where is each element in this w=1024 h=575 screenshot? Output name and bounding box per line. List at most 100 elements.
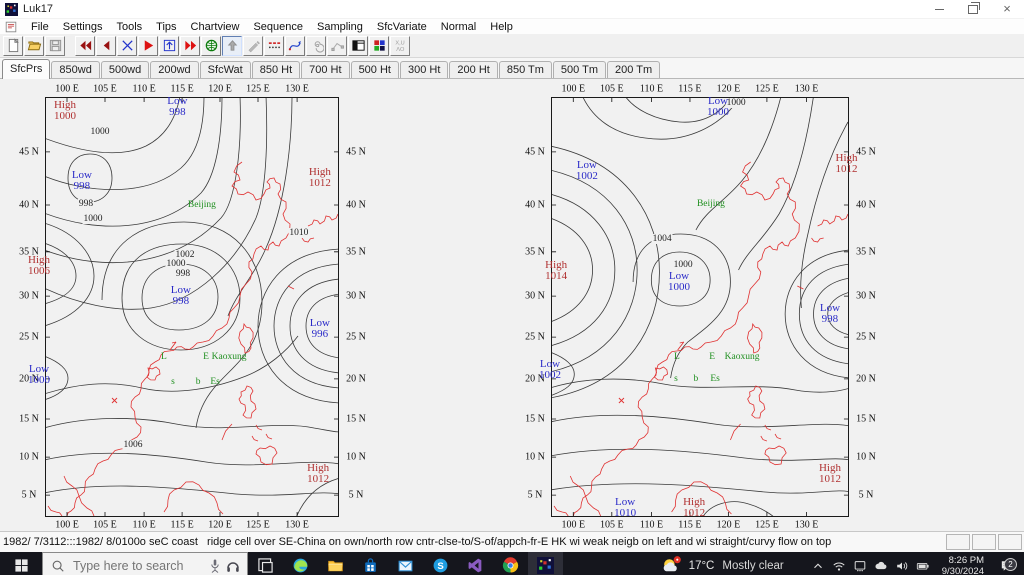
lat-label-right: 15 N <box>856 413 876 425</box>
toolbar-curve-arrow-button[interactable] <box>285 35 305 56</box>
city-label-kaoxung: Kaoxung <box>211 352 247 363</box>
toolbar-rewind-button[interactable] <box>75 35 95 56</box>
toolbar-delete-cross-button[interactable] <box>117 35 137 56</box>
taskbar-app-skype[interactable]: S <box>423 552 458 575</box>
menu-file[interactable]: File <box>24 21 56 33</box>
tab-700-ht[interactable]: 700 Ht <box>301 61 350 78</box>
tab-850-ht[interactable]: 850 Ht <box>251 61 301 78</box>
lon-label-bottom: 110 E <box>132 519 156 531</box>
lat-label-left: 40 N <box>19 199 39 211</box>
city-label-es: Es <box>210 376 220 387</box>
minimize-button[interactable] <box>922 0 956 18</box>
menu-tips[interactable]: Tips <box>149 21 183 33</box>
pressure-center-high-1012: High 1012 <box>308 165 331 189</box>
tray-onedrive-cloud-icon[interactable] <box>871 558 892 574</box>
toolbar-open-file-button[interactable] <box>24 35 44 56</box>
taskbar-clock[interactable]: 8:26 PM 9/30/2024 <box>942 555 984 575</box>
search-input[interactable] <box>71 557 205 574</box>
lat-label-left: 15 N <box>525 413 545 425</box>
globe-icon <box>205 39 217 52</box>
pressure-center-low-1002: Low 1002 <box>575 159 598 183</box>
toolbar-new-file-button[interactable] <box>3 35 23 56</box>
tray-wifi-icon[interactable] <box>829 558 850 574</box>
map-right: 100 E 100 E 105 E 105 E 110 E 110 E 115 E 115 E… <box>525 84 876 531</box>
notification-badge: 2 <box>1004 558 1017 571</box>
taskbar-app-file-explorer[interactable] <box>318 552 353 575</box>
notification-center-button[interactable]: 2 <box>992 558 1020 573</box>
toolbar-palette-button[interactable] <box>369 35 389 56</box>
weather-condition: Mostly clear <box>722 559 784 572</box>
menu-chartview[interactable]: Chartview <box>184 21 247 33</box>
toolbar-xu-labels-button[interactable]: X,U ΛO <box>390 35 410 56</box>
chrome-icon <box>502 557 519 573</box>
menu-sampling[interactable]: Sampling <box>310 21 370 33</box>
lat-label-right: 20 N <box>856 373 876 385</box>
windows-taskbar: S 17°C Mostly clear 8:26 PM 9/30/2024 2 <box>0 552 1024 575</box>
tab-850-tm[interactable]: 850 Tm <box>498 61 552 78</box>
menu-settings[interactable]: Settings <box>56 21 110 33</box>
restore-button[interactable] <box>956 0 990 18</box>
spiral-icon <box>314 41 324 53</box>
taskbar-app-edge[interactable] <box>283 552 318 575</box>
pressure-center-low-1000: Low 1000 <box>28 363 50 387</box>
pressure-center-low-1002: Low 1002 <box>538 358 561 382</box>
taskbar-app-task-view[interactable] <box>248 552 283 575</box>
menu-normal[interactable]: Normal <box>434 21 483 33</box>
toolbar-track-dashes-button[interactable] <box>264 35 284 56</box>
pressure-center-high-1000: High 1000 <box>53 98 76 122</box>
tray-speaker-icon[interactable] <box>892 558 913 574</box>
tab-500wd[interactable]: 500wd <box>100 61 150 78</box>
edge-icon <box>293 558 308 573</box>
toolbar-fast-forward-button[interactable] <box>180 35 200 56</box>
lat-label-right: 25 N <box>856 331 876 343</box>
open-file-icon <box>27 41 41 51</box>
pressure-center-low-1000: Low 1000 <box>667 269 690 293</box>
svg-text:X,U: X,U <box>395 41 404 47</box>
lon-label-bottom: 120 E <box>716 519 741 531</box>
tab-sfcprs[interactable]: SfcPrs <box>2 59 51 79</box>
tab-300-ht[interactable]: 300 Ht <box>399 61 449 78</box>
lon-label-bottom: 105 E <box>93 519 117 531</box>
tab-200wd[interactable]: 200wd <box>150 61 199 78</box>
weather-widget[interactable]: 17°C Mostly clear <box>661 555 798 575</box>
menu-help[interactable]: Help <box>483 21 520 33</box>
tab-200-ht[interactable]: 200 Ht <box>449 61 498 78</box>
toolbar-play-button[interactable] <box>138 35 158 56</box>
taskbar-app-chrome[interactable] <box>493 552 528 575</box>
close-button[interactable]: × <box>990 0 1024 18</box>
menu-sequence[interactable]: Sequence <box>246 21 310 33</box>
taskbar-app-mail[interactable] <box>388 552 423 575</box>
tray-battery-icon[interactable] <box>913 558 934 574</box>
lon-label-top: 125 E <box>246 83 270 95</box>
toolbar-fit-view-button[interactable] <box>159 35 179 56</box>
toolbar-spiral-button[interactable] <box>306 35 326 56</box>
taskbar-app-visual-studio[interactable] <box>458 552 493 575</box>
tab-850wd[interactable]: 850wd <box>51 61 100 78</box>
tray-ink-workspace-icon[interactable] <box>850 558 871 574</box>
menu-tools[interactable]: Tools <box>109 21 149 33</box>
toolbar-step-back-button[interactable] <box>96 35 116 56</box>
taskbar-app-store[interactable] <box>353 552 388 575</box>
taskbar-app-luk17[interactable] <box>528 552 563 575</box>
menu-bar: File Settings Tools Tips Chartview Sequence Sa… <box>0 19 1024 34</box>
menu-sfcvariate[interactable]: SfcVariate <box>370 21 434 33</box>
toolbar-segment-button[interactable] <box>327 35 347 56</box>
toolbar-ascend-button[interactable] <box>222 35 242 56</box>
lon-label-bottom: 130 E <box>794 519 819 531</box>
headphones-icon <box>227 561 239 572</box>
taskbar-search[interactable] <box>42 552 248 575</box>
tray-chevron-up-icon[interactable] <box>808 558 829 574</box>
tab-500-ht[interactable]: 500 Ht <box>350 61 399 78</box>
toolbar-save-file-button[interactable] <box>45 35 65 56</box>
toolbar-globe-button[interactable] <box>201 35 221 56</box>
toolbar-pen-button[interactable] <box>243 35 263 56</box>
panes-icon <box>351 40 365 51</box>
tab-500-tm[interactable]: 500 Tm <box>552 61 607 78</box>
toolbar-panes-button[interactable] <box>348 35 368 56</box>
tab-200-tm[interactable]: 200 Tm <box>607 61 661 78</box>
city-label-s: s <box>171 376 175 387</box>
lat-label-left: 40 N <box>525 199 545 211</box>
menu-doc-icon <box>4 20 18 33</box>
start-button[interactable] <box>0 552 42 575</box>
tab-sfcwat[interactable]: SfcWat <box>199 61 251 78</box>
